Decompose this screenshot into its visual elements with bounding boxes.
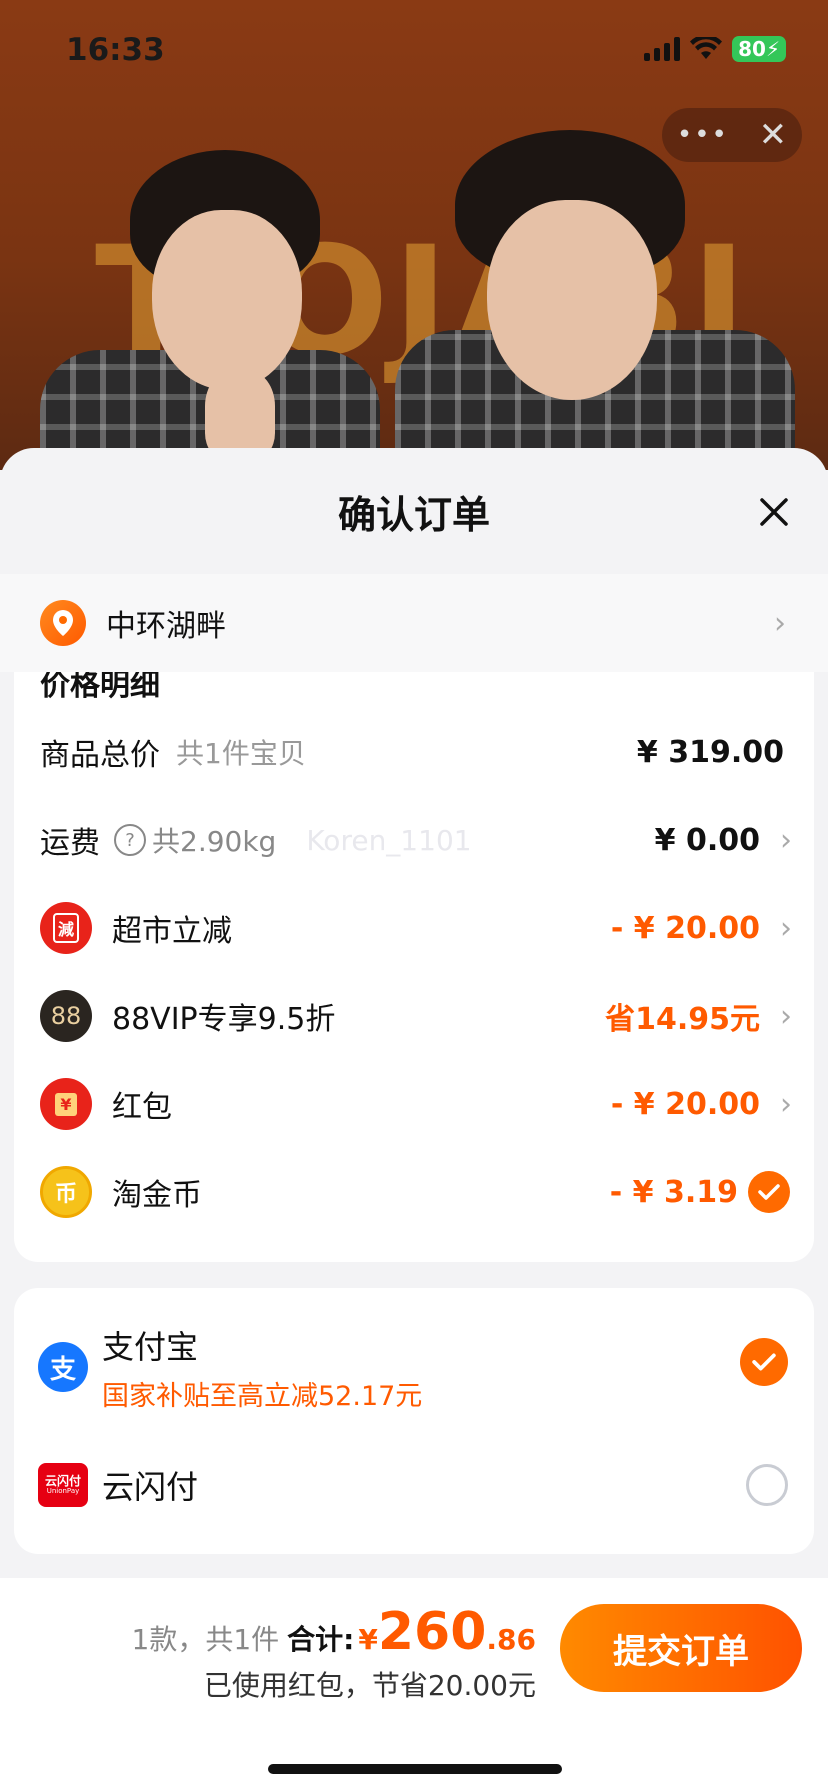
item-count: 1款，共1件 [131, 1623, 280, 1656]
address-text: 中环湖畔 [106, 609, 226, 644]
taojinbi-value: - ¥ 3.19 [609, 1174, 738, 1210]
chevron-right-icon: › [780, 910, 792, 946]
chevron-right-icon: › [780, 822, 792, 858]
submit-order-button[interactable]: 提交订单 [560, 1604, 802, 1692]
wifi-icon [690, 37, 723, 59]
shipping-weight: 共2.90kg [152, 825, 277, 858]
video-background: TIOJABI 16:33 80 ⚡ ••• ✕ [0, 0, 828, 470]
status-bar: 16:33 80 ⚡ [0, 0, 828, 100]
goods-count: 共1件宝贝 [176, 737, 306, 770]
unionpay-name: 云闪付 [102, 1468, 199, 1506]
status-time: 16:33 [66, 32, 165, 68]
battery-level: 80 [738, 37, 766, 61]
sheet-title: 确认订单 [337, 492, 490, 537]
red-envelope-label: 红包 [112, 1090, 172, 1125]
price-detail-card: 价格明细 商品总价 共1件宝贝 ¥ 319.00 运费 ? 共2.90kg Ko… [14, 672, 814, 1262]
total-summary: 1款，共1件 合计: ¥ 260 .86 [132, 1602, 536, 1662]
person-right [395, 130, 815, 470]
alipay-name: 支付宝 [102, 1327, 199, 1366]
chevron-right-icon: › [780, 998, 792, 1034]
red-envelope-value: - ¥ 20.00 [610, 1086, 760, 1122]
taojinbi-checkbox[interactable] [748, 1171, 790, 1213]
taojinbi-label: 淘金币 [112, 1178, 202, 1213]
gold-coin-icon: 币 [40, 1166, 92, 1218]
more-icon[interactable]: ••• [677, 122, 729, 148]
sheet-header: 确认订单 [0, 448, 828, 574]
supermarket-discount-value: - ¥ 20.00 [610, 910, 760, 946]
cellular-signal-icon [644, 37, 681, 61]
location-pin-icon [40, 600, 86, 646]
vip-discount-value: 省14.95元 [605, 1002, 760, 1037]
home-indicator [268, 1764, 562, 1774]
red-envelope-row[interactable]: ¥ 红包 - ¥ 20.00 › [14, 1064, 814, 1144]
goods-total-value: ¥ 319.00 [636, 734, 784, 770]
checkmark-icon [758, 1184, 780, 1200]
total-label: 合计: [287, 1623, 355, 1656]
close-sheet-icon[interactable] [756, 494, 792, 530]
taojinbi-row[interactable]: 币 淘金币 - ¥ 3.19 [14, 1152, 814, 1232]
unionpay-radio[interactable] [746, 1464, 788, 1506]
supermarket-discount-row[interactable]: 減 超市立减 - ¥ 20.00 › [14, 888, 814, 968]
vip-discount-label: 88VIP专享9.5折 [112, 1002, 336, 1037]
alipay-subsidy-text: 国家补贴至高立减52.17元 [102, 1380, 423, 1412]
supermarket-discount-label: 超市立减 [112, 914, 232, 949]
miniapp-capsule: ••• ✕ [662, 108, 802, 162]
currency-symbol: ¥ [358, 1623, 378, 1656]
shipping-value: ¥ 0.00 [654, 822, 760, 858]
total-amount-integer: 260 [377, 1602, 487, 1662]
payment-method-card: 支 支付宝 国家补贴至高立减52.17元 云闪付 UnionPay 云闪付 [14, 1288, 814, 1554]
red-envelope-icon: ¥ [40, 1078, 92, 1130]
goods-total-row: 商品总价 共1件宝贝 ¥ 319.00 [14, 712, 814, 792]
order-footer: 1款，共1件 合计: ¥ 260 .86 已使用红包，节省20.00元 提交订单 [0, 1578, 828, 1792]
person-left [40, 150, 380, 470]
saving-text: 已使用红包，节省20.00元 [203, 1669, 536, 1702]
price-detail-heading: 价格明细 [40, 672, 160, 703]
shipping-label: 运费 [40, 826, 100, 861]
total-amount-decimal: .86 [486, 1623, 536, 1656]
supermarket-discount-icon: 減 [40, 902, 92, 954]
alipay-icon: 支 [38, 1342, 88, 1392]
shipping-row[interactable]: 运费 ? 共2.90kg Koren_1101 ¥ 0.00 › [14, 800, 814, 880]
chevron-right-icon: › [780, 1086, 792, 1122]
unionpay-option[interactable]: 云闪付 UnionPay 云闪付 [14, 1440, 814, 1530]
alipay-radio-selected[interactable] [740, 1338, 788, 1386]
unionpay-icon: 云闪付 UnionPay [38, 1463, 88, 1507]
help-icon[interactable]: ? [114, 824, 146, 856]
goods-total-label: 商品总价 [40, 738, 160, 773]
vip-discount-row[interactable]: 88 88VIP专享9.5折 省14.95元 › [14, 976, 814, 1056]
alipay-option[interactable]: 支 支付宝 国家补贴至高立减52.17元 [14, 1322, 814, 1412]
88vip-icon: 88 [40, 990, 92, 1042]
watermark: Koren_1101 [306, 823, 472, 857]
close-miniapp-icon[interactable]: ✕ [759, 118, 788, 152]
checkmark-icon [752, 1353, 776, 1371]
chevron-right-icon: › [774, 605, 786, 641]
address-row[interactable]: 中环湖畔 › [0, 574, 828, 672]
battery-icon: 80 ⚡ [732, 36, 786, 62]
